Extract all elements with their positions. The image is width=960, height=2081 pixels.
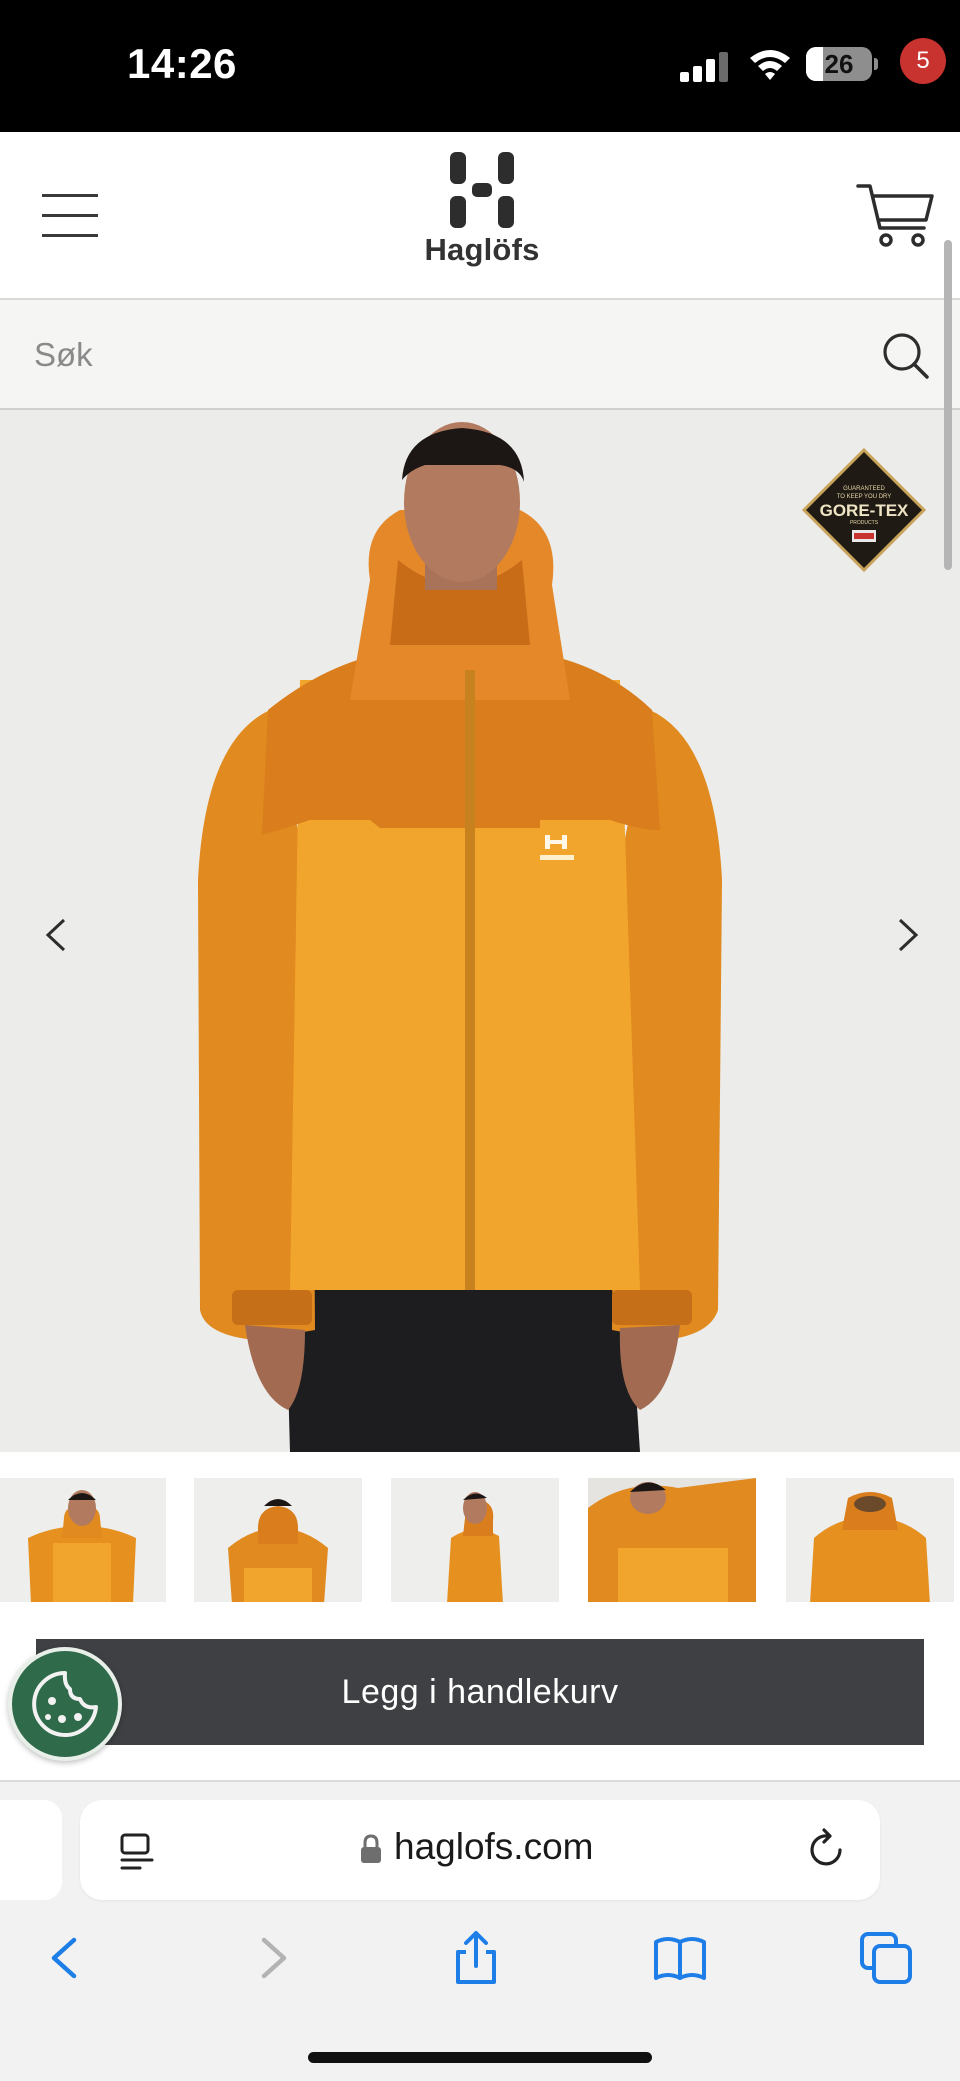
cart-count-badge[interactable]: 5 [900, 38, 946, 84]
thumbnail-side[interactable] [391, 1478, 559, 1602]
thumbnail-detail[interactable] [588, 1478, 756, 1602]
brand-logo[interactable]: Haglöfs [420, 152, 544, 282]
battery-nub [874, 58, 878, 70]
battery-icon: 26 [806, 47, 872, 81]
wifi-icon [750, 50, 790, 80]
battery-level: 26 [824, 49, 854, 79]
cookie-icon[interactable] [8, 1647, 122, 1761]
cellular-signal-icon [680, 52, 730, 82]
site-header: Haglöfs [0, 132, 960, 300]
brand-wordmark: Haglöfs [424, 232, 540, 267]
chevron-left-icon[interactable] [36, 910, 76, 960]
thumbnail-strip [0, 1452, 960, 1602]
search-bar [0, 300, 960, 410]
thumbnail-back[interactable] [194, 1478, 362, 1602]
hamburger-icon[interactable] [42, 192, 98, 237]
badge-line1: GUARANTEED [843, 486, 885, 492]
status-time: 14:26 [127, 40, 237, 87]
tabs-icon[interactable] [858, 1930, 914, 1986]
url-text[interactable]: haglofs.com [394, 1826, 594, 1872]
badge-line3: GORE-TEX [820, 501, 909, 520]
badge-line2: TO KEEP YOU DRY [837, 494, 892, 500]
search-icon[interactable] [882, 332, 930, 380]
status-bar: 14:26 26 [0, 0, 960, 132]
thumbnail-flat[interactable] [786, 1478, 954, 1602]
logo-mark-icon [450, 152, 514, 228]
lock-icon [361, 1834, 381, 1863]
search-input[interactable] [34, 322, 854, 388]
cart-icon[interactable] [856, 176, 936, 256]
forward-icon[interactable] [246, 1930, 302, 1986]
previous-tab-card[interactable] [0, 1800, 62, 1900]
reader-icon[interactable] [118, 1832, 156, 1872]
reload-icon[interactable] [808, 1828, 848, 1872]
badge-line4: PRODUCTS [850, 520, 879, 526]
page-scroll-indicator [944, 240, 952, 570]
back-icon[interactable] [36, 1930, 92, 1986]
home-indicator [308, 2052, 652, 2063]
gore-tex-badge: GUARANTEED TO KEEP YOU DRY GORE-TEX PROD… [801, 447, 927, 573]
bookmarks-icon[interactable] [652, 1930, 708, 1986]
share-icon[interactable] [448, 1930, 504, 1986]
chevron-right-icon[interactable] [888, 910, 928, 960]
thumbnail-front[interactable] [0, 1478, 166, 1602]
add-to-cart-button[interactable]: Legg i handlekurv [36, 1639, 924, 1745]
page: 14:26 26 Haglöfs 5 Søk GUARANTEED TO KEE… [0, 0, 960, 2081]
